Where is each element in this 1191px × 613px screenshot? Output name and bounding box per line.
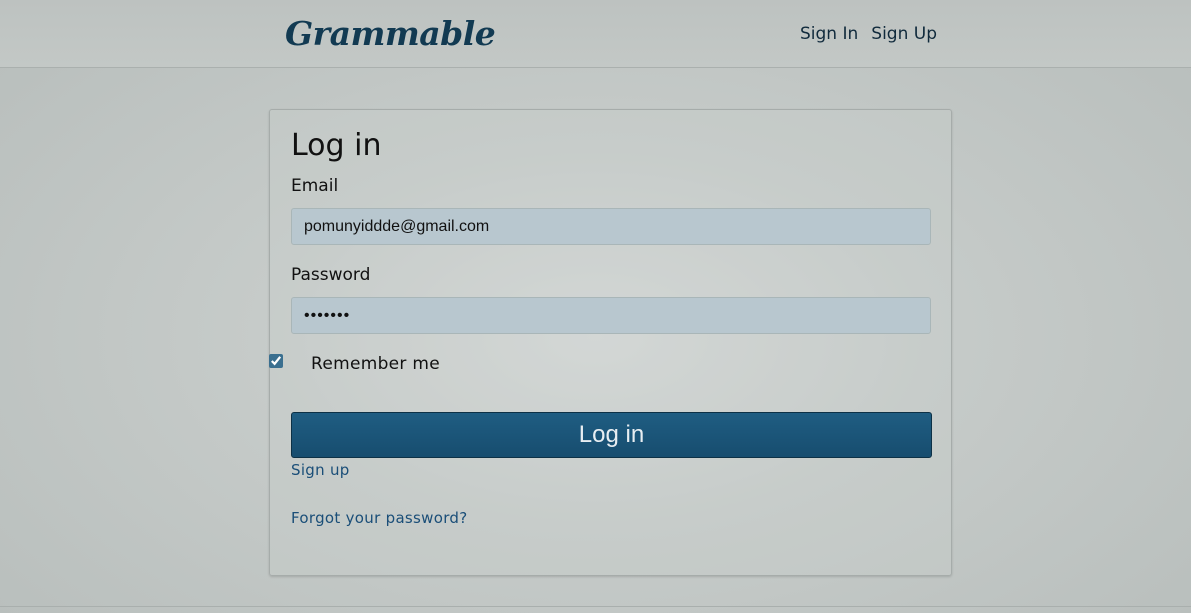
- password-field[interactable]: [291, 297, 931, 334]
- navbar: Grammable Sign In Sign Up: [0, 0, 1191, 68]
- sign-in-link[interactable]: Sign In: [800, 24, 858, 44]
- brand-logo-link[interactable]: Grammable: [285, 14, 496, 53]
- password-label: Password: [291, 265, 371, 285]
- email-field[interactable]: [291, 208, 931, 245]
- sign-up-form-link[interactable]: Sign up: [291, 461, 350, 479]
- login-card: Log in Email Password Remember me Log in…: [269, 109, 952, 576]
- login-button[interactable]: Log in: [291, 412, 932, 458]
- footer-divider: [0, 606, 1191, 607]
- page-title: Log in: [291, 128, 382, 163]
- remember-me-checkbox[interactable]: [269, 354, 283, 368]
- nav-links: Sign In Sign Up: [800, 24, 937, 44]
- forgot-password-link[interactable]: Forgot your password?: [291, 509, 468, 527]
- remember-me-label: Remember me: [311, 354, 441, 374]
- email-label: Email: [291, 176, 339, 196]
- sign-up-link[interactable]: Sign Up: [871, 24, 937, 44]
